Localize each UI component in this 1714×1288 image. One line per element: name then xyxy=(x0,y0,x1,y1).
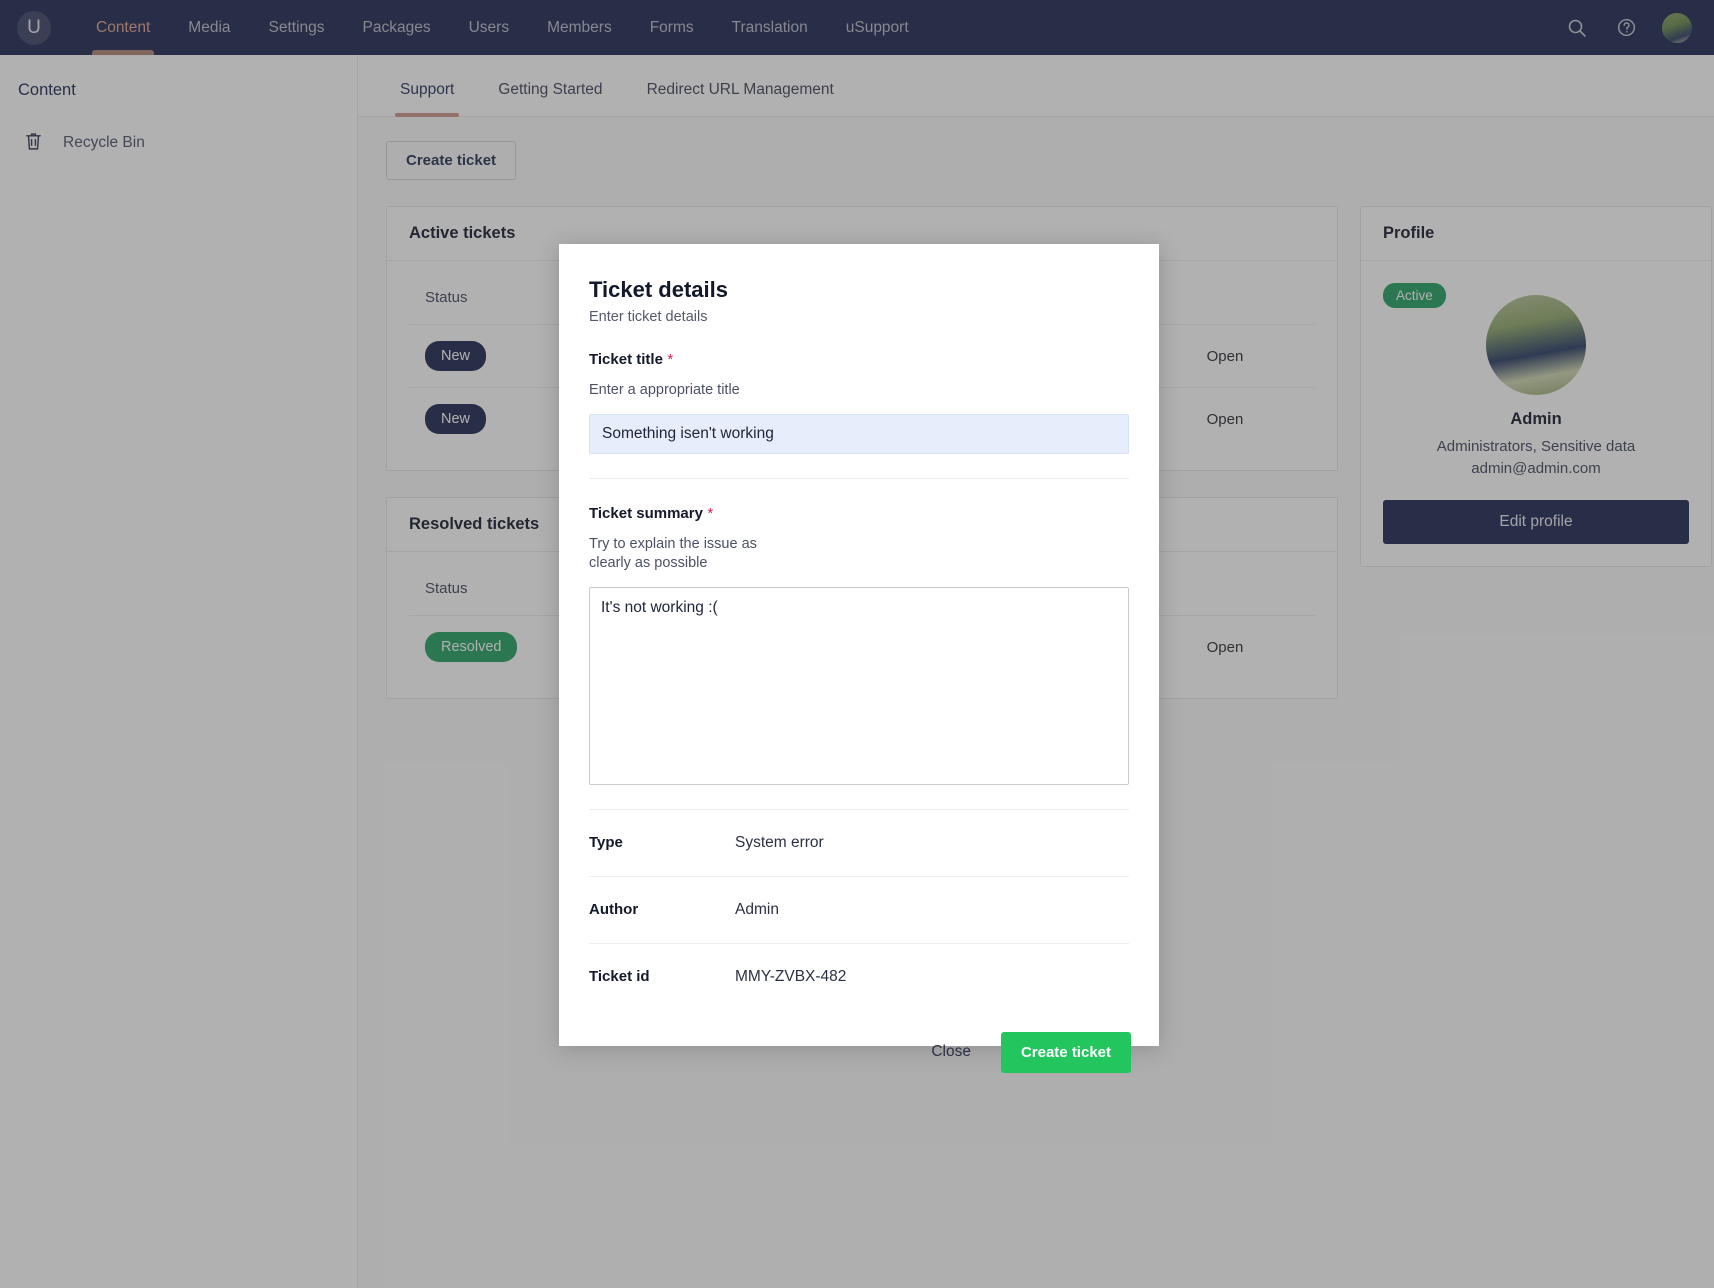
author-key: Author xyxy=(589,901,639,919)
ticket-summary-textarea[interactable] xyxy=(589,586,1129,785)
ticket-summary-label-row: Ticket summary * xyxy=(589,505,1129,523)
close-button[interactable]: Close xyxy=(915,1034,987,1070)
ticket-title-help: Enter a appropriate title xyxy=(589,382,740,398)
required-marker: * xyxy=(667,351,674,368)
ticket-title-label-row: Ticket title * xyxy=(589,351,1129,369)
dialog-title: Ticket details xyxy=(589,277,728,302)
ticket-id-key: Ticket id xyxy=(589,968,650,986)
ticket-title-field-group: Ticket title * Enter a appropriate title xyxy=(589,325,1129,479)
ticket-details-dialog: Ticket details Enter ticket details Tick… xyxy=(559,244,1159,1073)
ticket-summary-field-group: Ticket summary * Try to explain the issu… xyxy=(589,479,1129,810)
ticket-title-input[interactable] xyxy=(589,413,1129,454)
application-root: U Content Media Settings Packages Users … xyxy=(0,0,1714,1288)
type-value: System error xyxy=(735,833,824,851)
author-value: Admin xyxy=(735,900,779,918)
required-marker: * xyxy=(707,504,714,522)
create-ticket-submit-button[interactable]: Create ticket xyxy=(1000,1031,1131,1073)
ticket-summary-label: Ticket summary xyxy=(589,504,703,522)
ticket-id-value: MMY-ZVBX-482 xyxy=(735,967,847,985)
ticket-id-row: Ticket id MMY-ZVBX-482 xyxy=(589,944,1129,1010)
ticket-title-label: Ticket title xyxy=(589,351,663,368)
dialog-footer: Close Create ticket xyxy=(559,1010,1159,1099)
type-row: Type System error xyxy=(589,810,1129,877)
dialog-subtitle: Enter ticket details xyxy=(589,309,708,325)
dialog-body: Ticket details Enter ticket details Tick… xyxy=(559,244,1159,1010)
author-row: Author Admin xyxy=(589,877,1129,944)
type-key: Type xyxy=(589,834,623,852)
ticket-summary-help: Try to explain the issue as clearly as p… xyxy=(589,535,757,571)
